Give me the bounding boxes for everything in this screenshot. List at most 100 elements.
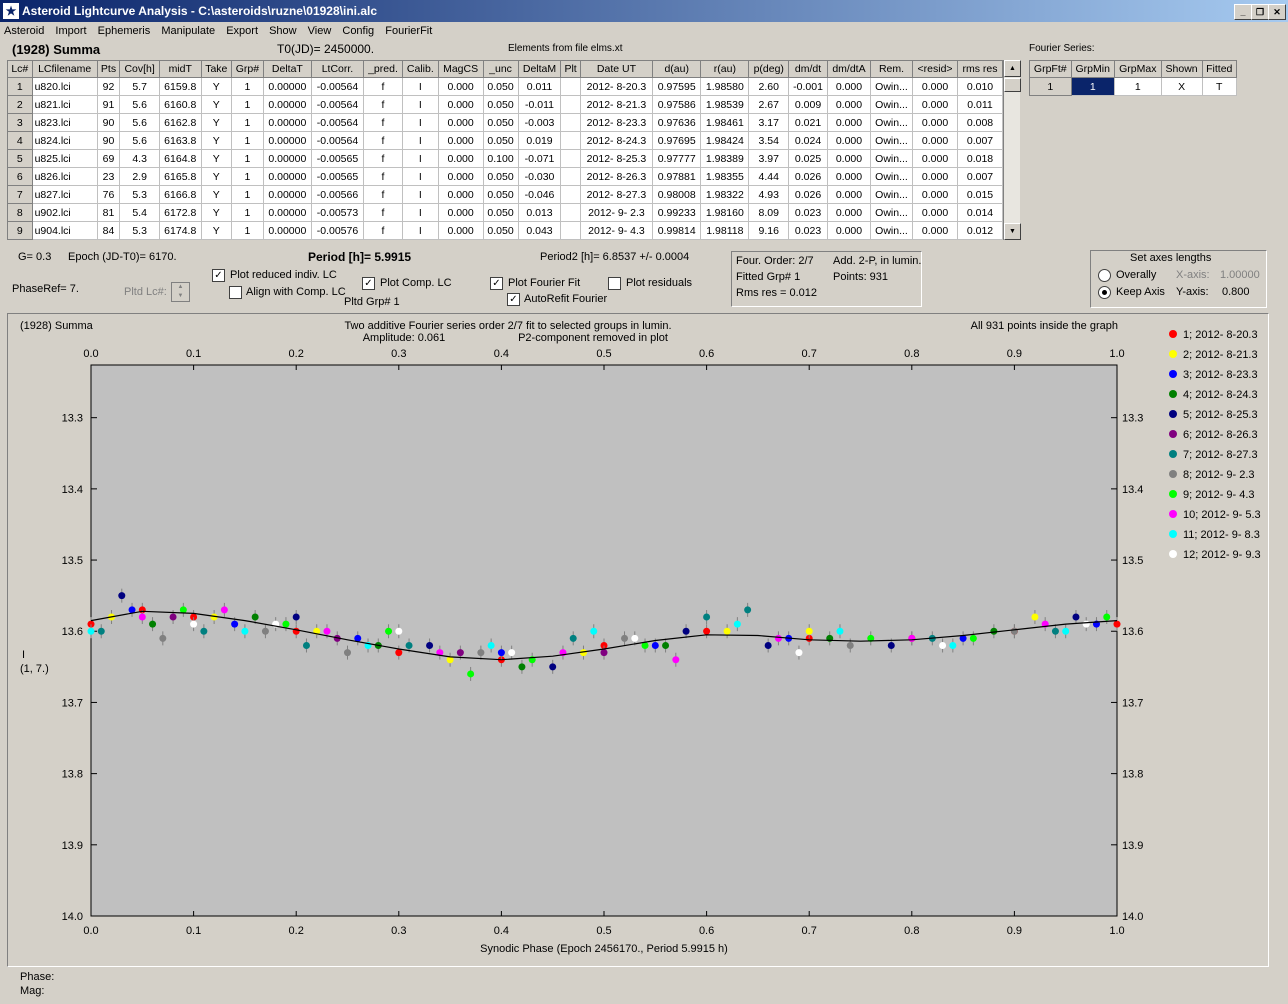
col-header[interactable]: _unc <box>482 60 519 78</box>
col-header[interactable]: Take <box>200 60 233 78</box>
x-axis-value[interactable]: 1.00000 <box>1220 269 1260 281</box>
table-row[interactable]: 6 u826.lci 23 2.9 6165.8 Y 1 0.00000 -0.00565 f I 0… <box>7 167 1003 186</box>
table-cell[interactable]: I <box>401 185 439 204</box>
table-cell[interactable]: 0.000 <box>437 77 484 96</box>
col-header[interactable]: Rem. <box>869 60 914 78</box>
table-cell[interactable]: 4.3 <box>119 149 160 168</box>
table-cell[interactable]: u821.lci <box>31 95 98 114</box>
table-cell[interactable]: -0.071 <box>517 149 562 168</box>
table-cell[interactable]: -0.00564 <box>310 113 365 132</box>
table-cell[interactable]: 0.000 <box>827 221 871 240</box>
table-cell[interactable]: 8.09 <box>748 203 790 222</box>
table-cell[interactable]: 5.6 <box>119 113 160 132</box>
table-cell[interactable]: 0.00000 <box>262 149 312 168</box>
table-cell[interactable]: 9.16 <box>748 221 790 240</box>
scroll-thumb[interactable] <box>1004 78 1021 92</box>
table-cell[interactable]: 4.44 <box>748 167 790 186</box>
table-cell[interactable]: 5.3 <box>119 185 160 204</box>
table-cell[interactable]: 0.018 <box>957 149 1003 168</box>
table-cell[interactable]: 0.009 <box>788 95 829 114</box>
table-cell[interactable]: 1 <box>231 113 264 132</box>
autorefit-checkbox[interactable]: ✓ <box>507 293 520 306</box>
table-cell[interactable]: f <box>363 113 403 132</box>
table-cell[interactable]: u824.lci <box>31 131 98 150</box>
table-cell[interactable]: 0.000 <box>437 95 484 114</box>
table-cell[interactable]: 6162.8 <box>158 113 202 132</box>
row-number[interactable]: 5 <box>7 149 33 168</box>
table-cell[interactable]: 0.015 <box>957 185 1003 204</box>
table-cell[interactable]: f <box>363 95 403 114</box>
table-cell[interactable]: 0.000 <box>912 131 958 150</box>
table-cell[interactable]: 0.97695 <box>652 131 702 150</box>
table-cell[interactable]: 0.000 <box>912 149 958 168</box>
table-cell[interactable]: 0.050 <box>482 95 519 114</box>
table-cell[interactable]: 0.00000 <box>262 131 312 150</box>
table-cell[interactable]: 1.98322 <box>700 185 750 204</box>
table-cell[interactable]: 0.000 <box>827 167 871 186</box>
row-number[interactable]: 6 <box>7 167 33 186</box>
plot-fourier-checkbox[interactable]: ✓ <box>490 277 503 290</box>
col-header[interactable]: <resid> <box>912 60 958 78</box>
table-cell[interactable] <box>560 203 581 222</box>
table-cell[interactable]: 0.050 <box>482 185 519 204</box>
table-cell[interactable]: 0.97595 <box>652 77 702 96</box>
table-cell[interactable]: 0.013 <box>517 203 562 222</box>
table-cell[interactable]: 0.021 <box>788 113 829 132</box>
table-cell[interactable]: 0.010 <box>957 77 1003 96</box>
table-cell[interactable]: 5.6 <box>119 131 160 150</box>
table-cell[interactable]: 0.000 <box>827 77 871 96</box>
table-cell[interactable]: 0.025 <box>788 149 829 168</box>
table-cell[interactable]: 0.007 <box>957 167 1003 186</box>
table-cell[interactable]: f <box>363 167 403 186</box>
table-cell[interactable]: 0.026 <box>788 167 829 186</box>
table-cell[interactable]: 84 <box>96 221 121 240</box>
restore-button[interactable]: ❐ <box>1251 4 1269 20</box>
row-number[interactable]: 9 <box>7 221 33 240</box>
table-cell[interactable]: 92 <box>96 77 121 96</box>
table-cell[interactable]: 3.97 <box>748 149 790 168</box>
table-cell[interactable]: -0.00565 <box>310 149 365 168</box>
table-row[interactable]: 5 u825.lci 69 4.3 6164.8 Y 1 0.00000 -0.00565 f I 0… <box>7 149 1003 168</box>
table-row[interactable]: 2 u821.lci 91 5.6 6160.8 Y 1 0.00000 -0.00564 f I 0… <box>7 95 1003 114</box>
table-cell[interactable]: 2012- 8-24.3 <box>579 131 654 150</box>
table-cell[interactable]: 0.000 <box>912 77 958 96</box>
table-cell[interactable]: 0.000 <box>912 95 958 114</box>
table-cell[interactable]: 23 <box>96 167 121 186</box>
table-cell[interactable]: 0.050 <box>482 77 519 96</box>
table-cell[interactable] <box>560 221 581 240</box>
menu-asteroid[interactable]: Asteroid <box>0 23 48 37</box>
table-scrollbar[interactable]: ▲ ▼ <box>1003 60 1021 240</box>
table-cell[interactable]: 5.4 <box>119 203 160 222</box>
col-header[interactable]: Lc# <box>7 60 33 78</box>
table-cell[interactable]: -0.00573 <box>310 203 365 222</box>
table-cell[interactable]: Owin... <box>869 185 914 204</box>
close-button[interactable]: ✕ <box>1268 4 1286 20</box>
table-cell[interactable]: 1 <box>231 221 264 240</box>
table-cell[interactable]: 2.9 <box>119 167 160 186</box>
table-cell[interactable]: -0.00564 <box>310 131 365 150</box>
table-cell[interactable]: 2012- 8-26.3 <box>579 167 654 186</box>
table-cell[interactable]: 0.97881 <box>652 167 702 186</box>
table-cell[interactable]: f <box>363 149 403 168</box>
table-row[interactable]: 9 u904.lci 84 5.3 6174.8 Y 1 0.00000 -0.00576 f I 0… <box>7 221 1003 240</box>
table-cell[interactable]: 2012- 8-20.3 <box>579 77 654 96</box>
table-cell[interactable]: 2012- 8-23.3 <box>579 113 654 132</box>
table-cell[interactable]: 0.000 <box>912 185 958 204</box>
table-cell[interactable]: 0.000 <box>827 95 871 114</box>
fourier-cell[interactable]: 1 <box>1029 77 1072 96</box>
fourier-series-table[interactable]: GrpFt# GrpMin GrpMax Shown Fitted 111XT <box>1029 60 1238 96</box>
table-cell[interactable]: 2012- 9- 4.3 <box>579 221 654 240</box>
table-cell[interactable]: 0.99814 <box>652 221 702 240</box>
table-cell[interactable]: 0.00000 <box>262 203 312 222</box>
table-cell[interactable]: 0.000 <box>437 131 484 150</box>
table-cell[interactable]: 0.007 <box>957 131 1003 150</box>
table-cell[interactable]: Y <box>200 113 233 132</box>
table-cell[interactable]: -0.011 <box>517 95 562 114</box>
table-cell[interactable] <box>560 185 581 204</box>
minimize-button[interactable]: _ <box>1234 4 1252 20</box>
table-cell[interactable]: Y <box>200 167 233 186</box>
table-cell[interactable]: 0.000 <box>437 113 484 132</box>
table-cell[interactable]: 0.000 <box>912 221 958 240</box>
table-cell[interactable]: 1.98424 <box>700 131 750 150</box>
menu-fourierfit[interactable]: FourierFit <box>381 23 436 37</box>
